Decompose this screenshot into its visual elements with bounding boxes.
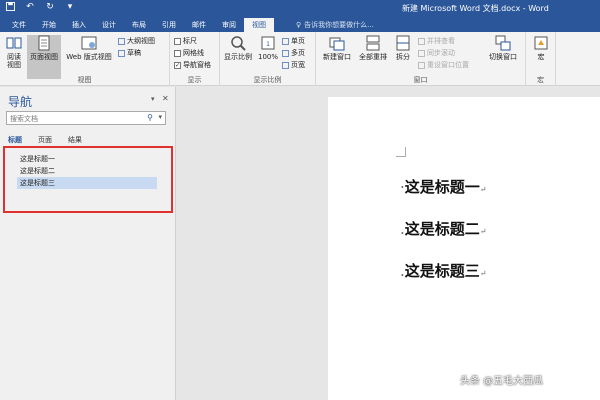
annotation-highlight-box [3, 146, 173, 213]
new-window-icon [329, 37, 345, 51]
tab-insert[interactable]: 插入 [64, 18, 94, 32]
document-area: ·这是标题一↵ .这是标题二↵ .这是标题三↵ [177, 87, 600, 400]
window-title: 新建 Microsoft Word 文档.docx - Word [402, 4, 549, 13]
checkbox-checked-icon: ✓ [174, 61, 181, 69]
web-layout-button[interactable]: Web 版式视图 [63, 35, 115, 61]
macros-group-label: 宏 [537, 76, 544, 84]
svg-text:1: 1 [266, 41, 270, 48]
sync-scroll-icon [418, 49, 425, 57]
tab-mailings[interactable]: 邮件 [184, 18, 214, 32]
draft-icon [118, 49, 125, 57]
window-group-label: 窗口 [413, 76, 428, 84]
document-heading[interactable]: ·这是标题一↵ [400, 176, 487, 197]
ribbon-tab-bar: 文件 开始 插入 设计 布局 引用 邮件 审阅 视图 ♀ 告诉我你想要做什么..… [0, 18, 600, 32]
sync-scroll-button[interactable]: 同步滚动 [418, 48, 455, 58]
page-width-button[interactable]: 页宽 [282, 60, 305, 70]
document-heading[interactable]: .这是标题二↵ [400, 218, 487, 239]
nav-pane-menu-icon[interactable]: ▾ [151, 95, 155, 103]
split-button[interactable]: 拆分 [392, 35, 414, 61]
tab-review[interactable]: 审阅 [214, 18, 244, 32]
checkbox-unchecked-icon [174, 37, 181, 45]
tab-design[interactable]: 设计 [94, 18, 124, 32]
tab-references[interactable]: 引用 [154, 18, 184, 32]
outline-icon [118, 37, 125, 45]
nav-pane-title: 导航 [8, 95, 33, 109]
switch-windows-icon [495, 35, 511, 51]
tell-me-box[interactable]: ♀ 告诉我你想要做什么... [296, 20, 374, 30]
new-window-button[interactable]: 新建窗口 [320, 35, 354, 61]
side-by-side-icon [418, 37, 425, 45]
checkbox-unchecked-icon [174, 49, 181, 57]
page-icon [38, 35, 50, 51]
zoom-group-label: 显示比例 [253, 76, 282, 84]
multiple-pages-button[interactable]: 多页 [282, 48, 305, 58]
switch-windows-button[interactable]: 切换窗口 [484, 35, 522, 61]
window-group: 新建窗口 全部重排 拆分 并排查看 同步滚动 重设窗口位置 切换窗口 窗口 [316, 32, 526, 86]
paragraph-mark-icon: ↵ [479, 185, 487, 194]
print-layout-button[interactable]: 页面视图 [27, 35, 61, 79]
save-icon[interactable] [4, 2, 16, 14]
show-group-label: 显示 [187, 76, 202, 84]
tab-file[interactable]: 文件 [4, 18, 34, 32]
ruler-checkbox[interactable]: 标尺 [174, 36, 197, 46]
show-group: 标尺 网格线 ✓ 导航窗格 显示 [170, 32, 220, 86]
zoom-100-button[interactable]: 1 100% [256, 35, 280, 61]
watermark-text: 头条 @五毛大西瓜 [460, 376, 544, 387]
undo-icon[interactable]: ↶ [24, 2, 36, 14]
page-width-icon [282, 61, 289, 69]
draft-button[interactable]: 草稿 [118, 48, 141, 58]
magnifier-icon [231, 36, 246, 51]
arrange-all-icon [366, 35, 380, 51]
title-bar: ↶ ↻ ▾ 新建 Microsoft Word 文档.docx - Word [0, 0, 600, 18]
views-group: 阅读 视图 页面视图 Web 版式视图 大纲视图 草稿 视图 [0, 32, 170, 86]
paragraph-mark-icon: ↵ [479, 269, 487, 278]
zoom-group: 显示比例 1 100% 单页 多页 页宽 显示比例 [220, 32, 316, 86]
paragraph-mark-icon: ↵ [479, 227, 487, 236]
tab-home[interactable]: 开始 [34, 18, 64, 32]
document-page[interactable]: ·这是标题一↵ .这是标题二↵ .这是标题三↵ [328, 97, 600, 400]
gridlines-checkbox[interactable]: 网格线 [174, 48, 204, 58]
reset-position-icon [418, 61, 425, 69]
one-page-button[interactable]: 单页 [282, 36, 305, 46]
search-icon[interactable]: ⚲ [147, 113, 153, 122]
customize-qat-icon[interactable]: ▾ [64, 2, 76, 14]
read-mode-button[interactable]: 阅读 视图 [4, 35, 24, 69]
nav-search-input[interactable]: 搜索文档 ⚲ ▾ [6, 111, 166, 125]
reset-window-position-button[interactable]: 重设窗口位置 [418, 60, 469, 70]
zoom-button[interactable]: 显示比例 [222, 35, 254, 61]
ribbon: 阅读 视图 页面视图 Web 版式视图 大纲视图 草稿 视图 标尺 网格线 ✓ … [0, 32, 600, 86]
book-icon [6, 37, 22, 49]
hundred-percent-icon: 1 [261, 36, 275, 50]
view-side-by-side-button[interactable]: 并排查看 [418, 36, 455, 46]
web-page-icon [81, 36, 97, 50]
split-icon [396, 35, 410, 51]
outline-button[interactable]: 大纲视图 [118, 36, 155, 46]
macro-icon [534, 36, 548, 50]
lightbulb-icon: ♀ [296, 21, 302, 29]
tab-view[interactable]: 视图 [244, 18, 274, 32]
multiple-pages-icon [282, 49, 289, 57]
macros-button[interactable]: 宏 [530, 35, 552, 61]
views-group-label: 视图 [77, 76, 92, 84]
redo-icon[interactable]: ↻ [44, 2, 56, 14]
close-icon[interactable]: ✕ [162, 94, 169, 103]
one-page-icon [282, 37, 289, 45]
arrange-all-button[interactable]: 全部重排 [356, 35, 390, 61]
margin-corner-mark [396, 147, 406, 157]
chevron-down-icon[interactable]: ▾ [158, 113, 162, 121]
macros-group: 宏 宏 [526, 32, 556, 86]
nav-search-placeholder: 搜索文档 [10, 115, 38, 123]
tell-me-placeholder: 告诉我你想要做什么... [304, 21, 374, 29]
nav-pane-checkbox[interactable]: ✓ 导航窗格 [174, 60, 211, 70]
quick-access-toolbar: ↶ ↻ ▾ [4, 2, 76, 14]
navigation-pane: 导航 ▾ ✕ 搜索文档 ⚲ ▾ 标题 页面 结果 这是标题一 这是标题二 这是标… [0, 87, 176, 400]
document-heading[interactable]: .这是标题三↵ [400, 260, 487, 281]
tab-layout[interactable]: 布局 [124, 18, 154, 32]
